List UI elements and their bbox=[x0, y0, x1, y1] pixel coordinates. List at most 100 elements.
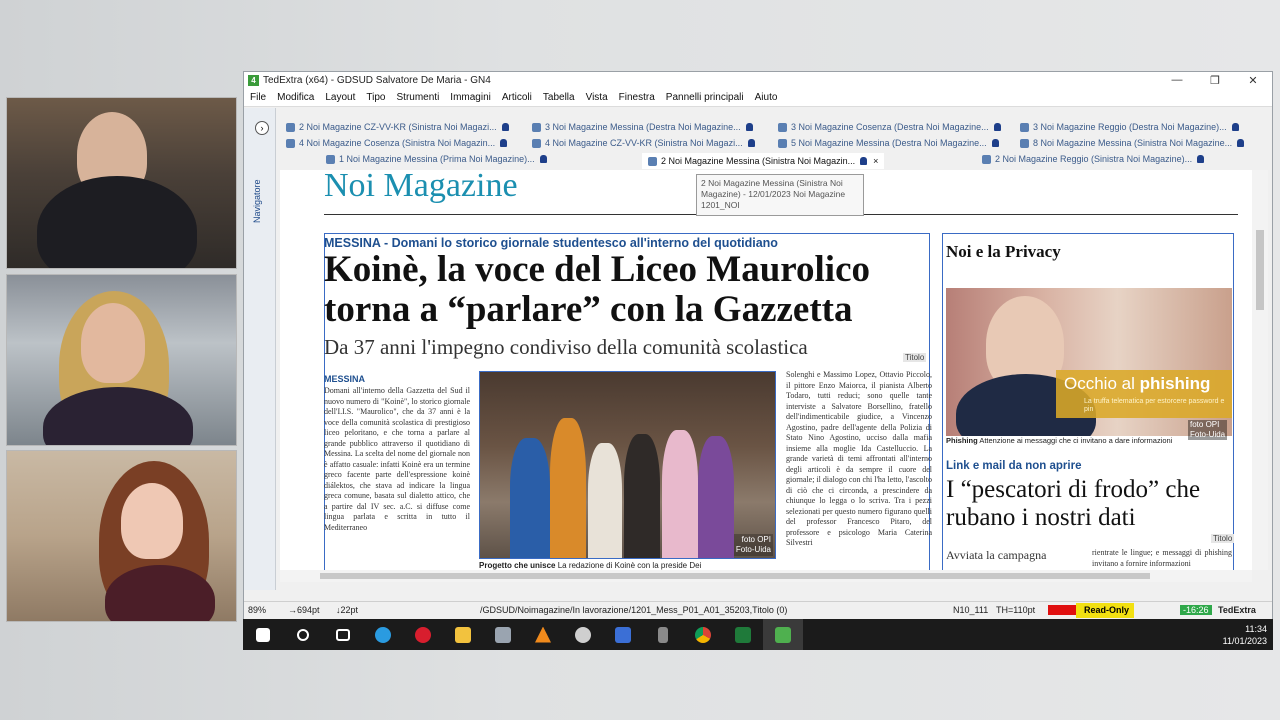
photo-caption[interactable]: Progetto che unisce La redazione di Koin… bbox=[479, 561, 701, 570]
menu-finestra[interactable]: Finestra bbox=[619, 92, 655, 103]
doc-tab-active[interactable]: 2 Noi Magazine Messina (Sinistra Noi Mag… bbox=[642, 153, 885, 169]
phishing-image[interactable]: Occhio al phishing La truffa telematica … bbox=[946, 288, 1232, 436]
privacy-caption[interactable]: Phishing Attenzione ai messaggi che ci i… bbox=[946, 436, 1172, 445]
title-bar: 4 TedExtra (x64) - GDSUD Salvatore De Ma… bbox=[244, 72, 1272, 89]
page-canvas[interactable]: Noi Magazine MESSINA - Domani lo storico… bbox=[280, 170, 1252, 570]
navigator-panel[interactable]: › Navigatore bbox=[244, 108, 276, 590]
vlc-icon[interactable] bbox=[523, 619, 563, 650]
menu-layout[interactable]: Layout bbox=[325, 92, 355, 103]
style-name: N10_111 bbox=[953, 605, 989, 615]
error-indicator: Error bbox=[1048, 605, 1076, 615]
bell-icon bbox=[539, 155, 547, 163]
participant-1-body bbox=[37, 176, 197, 268]
cursor-y: ↓22pt bbox=[336, 605, 359, 615]
taskbar: 11:34 11/01/2023 bbox=[243, 619, 1273, 650]
menu-strumenti[interactable]: Strumenti bbox=[397, 92, 440, 103]
readonly-indicator: Read-Only bbox=[1084, 605, 1130, 615]
usb-icon[interactable] bbox=[643, 619, 683, 650]
bell-icon bbox=[747, 139, 755, 147]
menu-tipo[interactable]: Tipo bbox=[366, 92, 385, 103]
link-kicker[interactable]: Link e mail da non aprire bbox=[946, 460, 1081, 472]
doc-tab[interactable]: 3 Noi Magazine Reggio (Destra Noi Magazi… bbox=[1020, 122, 1239, 132]
story-column-1[interactable]: Domani all'interno della Gazzetta del Su… bbox=[324, 386, 470, 562]
doc-tab-label: 5 Noi Magazine Messina (Destra Noi Magaz… bbox=[791, 138, 987, 148]
vertical-scrollbar[interactable] bbox=[1252, 170, 1268, 570]
doc-tab-label: 3 Noi Magazine Messina (Destra Noi Magaz… bbox=[545, 122, 741, 132]
menu-pannelli[interactable]: Pannelli principali bbox=[666, 92, 744, 103]
file-explorer-icon[interactable] bbox=[443, 619, 483, 650]
bell-icon bbox=[860, 157, 868, 165]
menu-modifica[interactable]: Modifica bbox=[277, 92, 314, 103]
edge-icon[interactable] bbox=[363, 619, 403, 650]
tab-tooltip: 2 Noi Magazine Messina (Sinistra Noi Mag… bbox=[696, 174, 864, 216]
task-view-icon[interactable] bbox=[323, 619, 363, 650]
horizontal-scroll-thumb[interactable] bbox=[320, 573, 1150, 579]
story-column-3[interactable]: Solenghi e Massimo Lopez, Ottavio Piccol… bbox=[786, 370, 932, 566]
menu-aiuto[interactable]: Aiuto bbox=[755, 92, 778, 103]
phishing-banner-subtitle: La truffa telematica per estorcere passw… bbox=[1084, 398, 1225, 413]
document-path: /GDSUD/Noimagazine/In lavorazione/1201_M… bbox=[480, 605, 788, 615]
close-button[interactable]: ✕ bbox=[1234, 74, 1272, 87]
privacy-photo-credit: foto OPI Foto-Uida bbox=[1188, 420, 1228, 440]
opera-icon[interactable] bbox=[403, 619, 443, 650]
status-bar: 89% →694pt ↓22pt /GDSUD/Noimagazine/In l… bbox=[244, 601, 1272, 619]
minimize-button[interactable]: — bbox=[1158, 74, 1196, 87]
tedextra-logo-icon: 4 bbox=[248, 75, 259, 86]
photo-figure bbox=[662, 430, 698, 558]
doc-tab[interactable]: 8 Noi Magazine Messina (Sinistra Noi Mag… bbox=[1020, 138, 1245, 148]
settings-icon[interactable] bbox=[563, 619, 603, 650]
navigator-expand-icon[interactable]: › bbox=[255, 121, 269, 135]
chrome-icon[interactable] bbox=[683, 619, 723, 650]
privacy-title[interactable]: Noi e la Privacy bbox=[946, 242, 1061, 262]
right-headline[interactable]: I “pescatori di frodo” che rubano i nost… bbox=[946, 476, 1236, 532]
doc-tab[interactable]: 4 Noi Magazine Cosenza (Sinistra Noi Mag… bbox=[286, 138, 508, 148]
clock-time: 11:34 bbox=[1245, 623, 1267, 634]
doc-tab-label: 2 Noi Magazine Reggio (Sinistra Noi Maga… bbox=[995, 154, 1193, 164]
column-kicker[interactable]: MESSINA bbox=[324, 374, 365, 384]
terminal-icon[interactable] bbox=[723, 619, 763, 650]
paint-icon[interactable] bbox=[603, 619, 643, 650]
menu-vista[interactable]: Vista bbox=[586, 92, 608, 103]
story-photo[interactable]: foto OPI Foto-Uida bbox=[479, 371, 776, 559]
menu-articoli[interactable]: Articoli bbox=[502, 92, 532, 103]
doc-tab[interactable]: 5 Noi Magazine Messina (Destra Noi Magaz… bbox=[778, 138, 999, 148]
clock-date: 11/01/2023 bbox=[1222, 635, 1267, 646]
lock-icon bbox=[982, 154, 991, 164]
bell-icon bbox=[1237, 139, 1245, 147]
photo-figure bbox=[624, 434, 660, 558]
doc-tab[interactable]: 3 Noi Magazine Messina (Destra Noi Magaz… bbox=[532, 122, 753, 132]
doc-tab-label: 4 Noi Magazine CZ-VV-KR (Sinistra Noi Ma… bbox=[545, 138, 743, 148]
phishing-banner-title: Occhio al phishing bbox=[1064, 374, 1211, 393]
right-subhead[interactable]: Avviata la campagna bbox=[946, 548, 1046, 563]
tedextra-taskbar-icon[interactable] bbox=[763, 619, 803, 650]
taskbar-clock[interactable]: 11:34 11/01/2023 bbox=[1223, 623, 1273, 647]
doc-tab[interactable]: 2 Noi Magazine CZ-VV-KR (Sinistra Noi Ma… bbox=[286, 122, 509, 132]
photo-figure bbox=[698, 436, 734, 558]
doc-tab[interactable]: 1 Noi Magazine Messina (Prima Noi Magazi… bbox=[326, 154, 547, 164]
menu-immagini[interactable]: Immagini bbox=[450, 92, 491, 103]
bell-icon bbox=[745, 123, 753, 131]
windows-start-icon[interactable] bbox=[243, 619, 283, 650]
menu-bar: File Modifica Layout Tipo Strumenti Imma… bbox=[244, 89, 1272, 107]
lock-icon bbox=[532, 122, 541, 132]
video-tile-participant-3 bbox=[6, 450, 237, 622]
tab-close-icon[interactable]: × bbox=[873, 156, 878, 166]
doc-tab-label: 1 Noi Magazine Messina (Prima Noi Magazi… bbox=[339, 154, 535, 164]
doc-tab[interactable]: 4 Noi Magazine CZ-VV-KR (Sinistra Noi Ma… bbox=[532, 138, 755, 148]
maximize-button[interactable]: ❐ bbox=[1196, 74, 1234, 87]
zoom-level[interactable]: 89% bbox=[248, 605, 266, 615]
vertical-scroll-thumb[interactable] bbox=[1256, 230, 1264, 310]
story-headline[interactable]: Koinè, la voce del Liceo Maurolico torna… bbox=[324, 250, 924, 330]
right-column-text[interactable]: rientrate le lingue; e messaggi di phish… bbox=[1092, 548, 1232, 570]
menu-tabella[interactable]: Tabella bbox=[543, 92, 575, 103]
menu-file[interactable]: File bbox=[250, 92, 266, 103]
phishing-banner: Occhio al phishing La truffa telematica … bbox=[1056, 370, 1232, 418]
story-kicker[interactable]: MESSINA - Domani lo storico giornale stu… bbox=[324, 236, 778, 250]
camera-icon[interactable] bbox=[483, 619, 523, 650]
bell-icon bbox=[500, 139, 508, 147]
story-subhead[interactable]: Da 37 anni l'impegno condiviso della com… bbox=[324, 335, 808, 360]
doc-tab[interactable]: 3 Noi Magazine Cosenza (Destra Noi Magaz… bbox=[778, 122, 1001, 132]
horizontal-scrollbar[interactable] bbox=[280, 570, 1252, 582]
doc-tab[interactable]: 2 Noi Magazine Reggio (Sinistra Noi Maga… bbox=[982, 154, 1205, 164]
search-icon[interactable] bbox=[283, 619, 323, 650]
